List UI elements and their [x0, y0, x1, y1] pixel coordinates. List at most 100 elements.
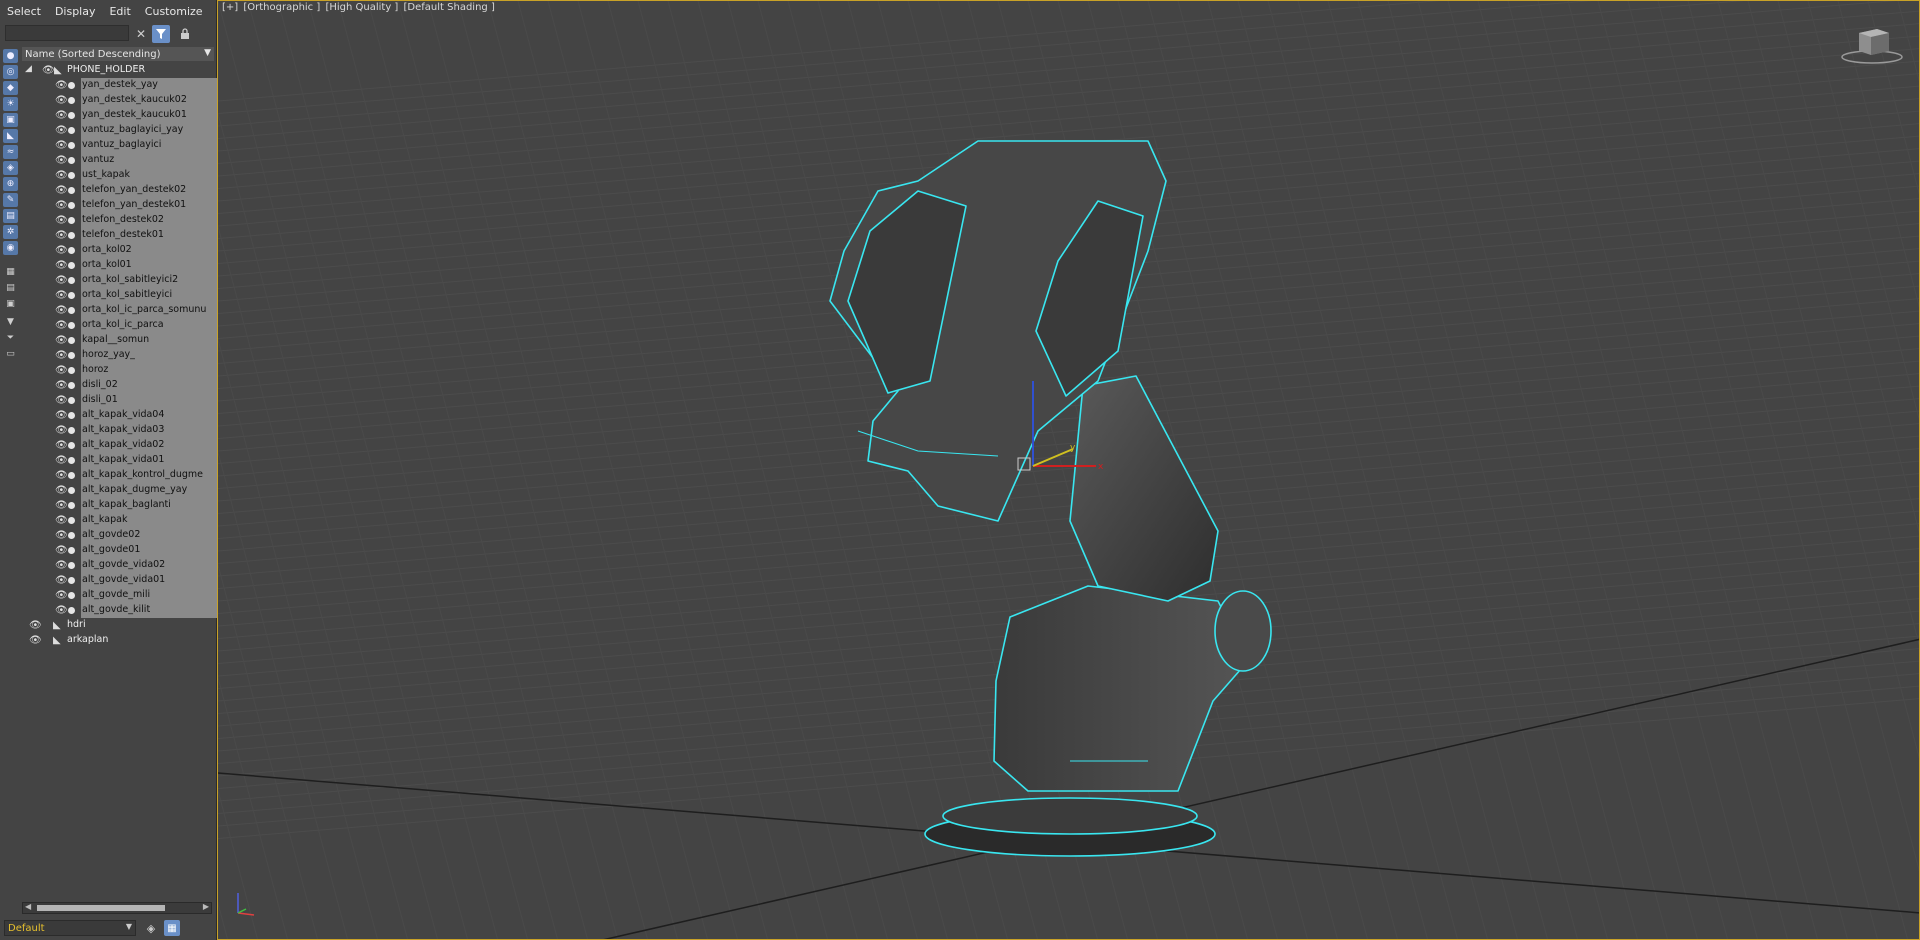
horizontal-scrollbar[interactable]: ◀ ▶ [22, 902, 212, 914]
scrollbar-thumb[interactable] [37, 905, 165, 911]
eye-icon[interactable]: 👁 [55, 185, 68, 196]
menu-display[interactable]: Display [48, 5, 103, 18]
viewport-menu[interactable]: [+] [222, 2, 238, 13]
eye-icon[interactable]: 👁 [55, 560, 68, 571]
eye-icon[interactable]: 👁 [55, 335, 68, 346]
search-input[interactable] [5, 25, 129, 41]
eye-icon[interactable]: 👁 [55, 425, 68, 436]
eye-icon[interactable]: 👁 [55, 545, 68, 556]
render-dot-icon[interactable] [68, 172, 75, 179]
render-dot-icon[interactable] [68, 532, 75, 539]
tree-item-row[interactable]: 👁 vantuz_baglayici_yay [22, 123, 234, 138]
render-dot-icon[interactable] [68, 367, 75, 374]
eye-icon[interactable]: 👁 [55, 230, 68, 241]
filter-icon[interactable] [152, 25, 170, 43]
display-spacewarps-icon[interactable]: ≈ [3, 145, 18, 159]
tree-item-row[interactable]: 👁 alt_govde01 [22, 543, 234, 558]
tree-item-row[interactable]: 👁 alt_kapak_vida04 [22, 408, 234, 423]
render-dot-icon[interactable] [68, 82, 75, 89]
tree-item-row[interactable]: 👁 alt_govde_mili [22, 588, 234, 603]
render-dot-icon[interactable] [68, 457, 75, 464]
page-icon[interactable]: ▤ [3, 281, 18, 295]
eye-icon[interactable]: 👁 [55, 320, 68, 331]
scene-explorer-icon[interactable]: ▦ [164, 920, 180, 936]
eye-icon[interactable]: 👁 [55, 200, 68, 211]
render-dot-icon[interactable] [68, 112, 75, 119]
eye-icon[interactable]: 👁 [29, 635, 42, 646]
render-dot-icon[interactable] [68, 337, 75, 344]
eye-icon[interactable]: 👁 [55, 260, 68, 271]
display-bones-icon[interactable]: ✎ [3, 193, 18, 207]
eye-icon[interactable]: 👁 [55, 395, 68, 406]
phone-holder-model[interactable]: x y [218, 1, 1920, 940]
tree-item-row[interactable]: 👁 orta_kol_sabitleyici [22, 288, 234, 303]
render-dot-icon[interactable] [68, 187, 75, 194]
scroll-left-icon[interactable]: ◀ [25, 902, 31, 911]
display-helpers-icon[interactable]: ◣ [3, 129, 18, 143]
render-dot-icon[interactable] [68, 382, 75, 389]
eye-icon[interactable]: 👁 [55, 470, 68, 481]
tree-item-row[interactable]: 👁 alt_kapak_vida01 [22, 453, 234, 468]
tree-item-row[interactable]: 👁 vantuz_baglayici [22, 138, 234, 153]
eye-icon[interactable]: 👁 [55, 95, 68, 106]
tree-item-row[interactable]: 👁 orta_kol_ic_parca_somunu [22, 303, 234, 318]
eye-icon[interactable]: 👁 [55, 380, 68, 391]
tree-item-row[interactable]: 👁 orta_kol_sabitleyici2 [22, 273, 234, 288]
collapse-arrow-icon[interactable]: ◢ [25, 64, 32, 74]
eye-icon[interactable]: 👁 [55, 530, 68, 541]
tree-item-row[interactable]: 👁 alt_kapak_kontrol_dugme [22, 468, 234, 483]
tree-item-row[interactable]: 👁 alt_kapak_baglanti [22, 498, 234, 513]
render-dot-icon[interactable] [68, 547, 75, 554]
tree-item-row[interactable]: 👁 horoz [22, 363, 234, 378]
render-dot-icon[interactable] [68, 397, 75, 404]
eye-icon[interactable]: 👁 [55, 590, 68, 601]
render-dot-icon[interactable] [68, 352, 75, 359]
eye-icon[interactable]: 👁 [55, 455, 68, 466]
doc-icon[interactable]: ▦ [3, 265, 18, 279]
viewport-quality[interactable]: [High Quality ] [325, 2, 398, 13]
viewport-view-type[interactable]: [Orthographic ] [243, 2, 320, 13]
eye-icon[interactable]: 👁 [55, 125, 68, 136]
render-dot-icon[interactable] [68, 442, 75, 449]
render-dot-icon[interactable] [68, 577, 75, 584]
eye-icon[interactable]: 👁 [55, 515, 68, 526]
tree-item-row[interactable]: 👁 alt_govde02 [22, 528, 234, 543]
render-dot-icon[interactable] [68, 487, 75, 494]
tree-item-row[interactable]: 👁 alt_kapak_vida03 [22, 423, 234, 438]
tree-root-row[interactable]: 👁 ◣ arkaplan [22, 633, 214, 648]
render-dot-icon[interactable] [68, 202, 75, 209]
tree-item-row[interactable]: 👁 yan_destek_yay [22, 78, 234, 93]
filter-list-icon[interactable]: ▼ [3, 315, 18, 329]
eye-icon[interactable]: 👁 [55, 350, 68, 361]
tree-header[interactable]: Name (Sorted Descending) ▼ [22, 47, 214, 61]
render-dot-icon[interactable] [68, 322, 75, 329]
render-dot-icon[interactable] [68, 262, 75, 269]
menu-customize[interactable]: Customize [138, 5, 210, 18]
viewport-label[interactable]: [+] [Orthographic ] [High Quality ] [Def… [222, 2, 497, 13]
eye-icon[interactable]: 👁 [29, 620, 42, 631]
render-dot-icon[interactable] [68, 232, 75, 239]
tree-item-row[interactable]: 👁 alt_govde_kilit [22, 603, 234, 618]
scroll-right-icon[interactable]: ▶ [203, 902, 209, 911]
file-icon[interactable]: ▣ [3, 297, 18, 311]
render-dot-icon[interactable] [68, 127, 75, 134]
tree-item-row[interactable]: 👁 yan_destek_kaucuk01 [22, 108, 234, 123]
eye-icon[interactable]: 👁 [55, 440, 68, 451]
eye-icon[interactable]: 👁 [55, 275, 68, 286]
render-dot-icon[interactable] [68, 142, 75, 149]
tree-item-row[interactable]: 👁 ust_kapak [22, 168, 234, 183]
display-containers-icon[interactable]: ▤ [3, 209, 18, 223]
display-particles-icon[interactable]: ✲ [3, 225, 18, 239]
eye-icon[interactable]: 👁 [55, 155, 68, 166]
eye-icon[interactable]: 👁 [55, 290, 68, 301]
tree-item-row[interactable]: 👁 telefon_destek01 [22, 228, 234, 243]
render-dot-icon[interactable] [68, 217, 75, 224]
display-cameras-icon[interactable]: ▣ [3, 113, 18, 127]
display-lights-icon[interactable]: ☀ [3, 97, 18, 111]
close-icon[interactable]: ✕ [132, 25, 150, 43]
eye-icon[interactable]: 👁 [55, 305, 68, 316]
menu-select[interactable]: Select [0, 5, 48, 18]
render-dot-icon[interactable] [68, 307, 75, 314]
tree-item-row[interactable]: 👁 telefon_destek02 [22, 213, 234, 228]
eye-icon[interactable]: 👁 [55, 575, 68, 586]
